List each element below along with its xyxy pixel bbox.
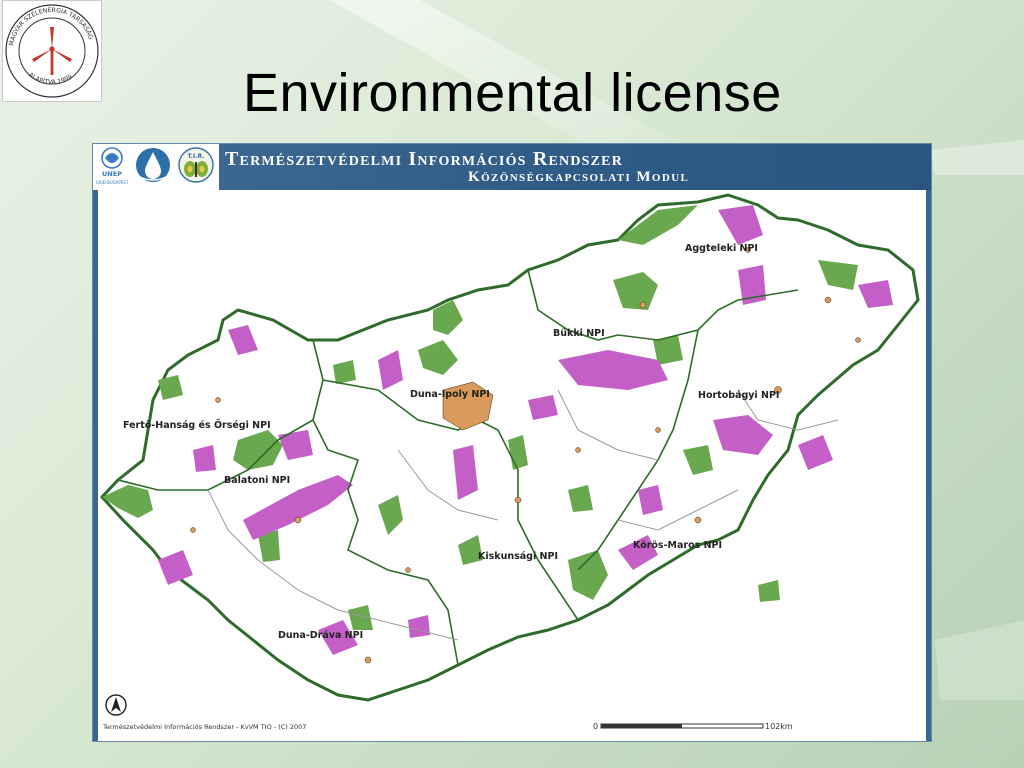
map-label-bukki: Bükki NPI (553, 328, 605, 339)
society-logo: MAGYAR SZÉLENERGIA TÁRSASÁG ALAPÍTVA 199… (2, 0, 102, 102)
tir-butterfly-logo-icon: T.I.R. (178, 147, 214, 183)
slide-title: Environmental license (243, 63, 782, 123)
map-label-duna-ipoly: Duna-Ipoly NPI (410, 389, 490, 400)
scale-label-start: 0 (593, 722, 598, 731)
map-panel: UNEP GRID-BUDAPEST T.I.R. Természetvédel… (92, 143, 932, 742)
north-arrow-icon (105, 694, 127, 716)
unep-label: UNEP (102, 170, 122, 178)
scale-label-end: 102km (765, 722, 793, 731)
grid-budapest-label: GRID-BUDAPEST (96, 180, 129, 185)
map-footer-credit: Természetvédelmi Információs Rendszer - … (102, 723, 306, 731)
map-right-rail (926, 190, 931, 741)
map-header-subtitle: Közönségkapcsolati Modul (468, 169, 690, 185)
map-header-bar: UNEP GRID-BUDAPEST T.I.R. Természetvédel… (93, 144, 931, 190)
map-label-hortobagyi: Hortobágyi NPI (698, 390, 779, 401)
hungary-map[interactable]: Aggteleki NPI Bükki NPI Duna-Ipoly NPI H… (98, 190, 926, 741)
water-drop-logo-icon (136, 148, 170, 182)
turbine-blade-shape (935, 620, 1024, 700)
map-label-duna-drava: Duna-Dráva NPI (278, 630, 363, 641)
tir-label: T.I.R. (188, 153, 205, 160)
map-header-title: Természetvédelmi Információs Rendszer (225, 148, 624, 170)
wind-society-seal-icon: MAGYAR SZÉLENERGIA TÁRSASÁG ALAPÍTVA 199… (5, 4, 99, 98)
map-label-koros-maros: Körös-Maros NPI (633, 540, 722, 551)
header-logo-strip: UNEP GRID-BUDAPEST T.I.R. (93, 144, 219, 190)
turbine-blade-shape (930, 140, 1024, 175)
map-label-ferto-hansag: Fertő-Hanság és Őrségi NPI (123, 420, 271, 431)
map-label-kiskunsagi: Kiskunsági NPI (478, 551, 558, 562)
map-label-balatoni: Balatoni NPI (224, 475, 290, 486)
unep-logo-icon: UNEP GRID-BUDAPEST (96, 147, 129, 185)
map-label-aggteleki: Aggteleki NPI (685, 243, 758, 254)
